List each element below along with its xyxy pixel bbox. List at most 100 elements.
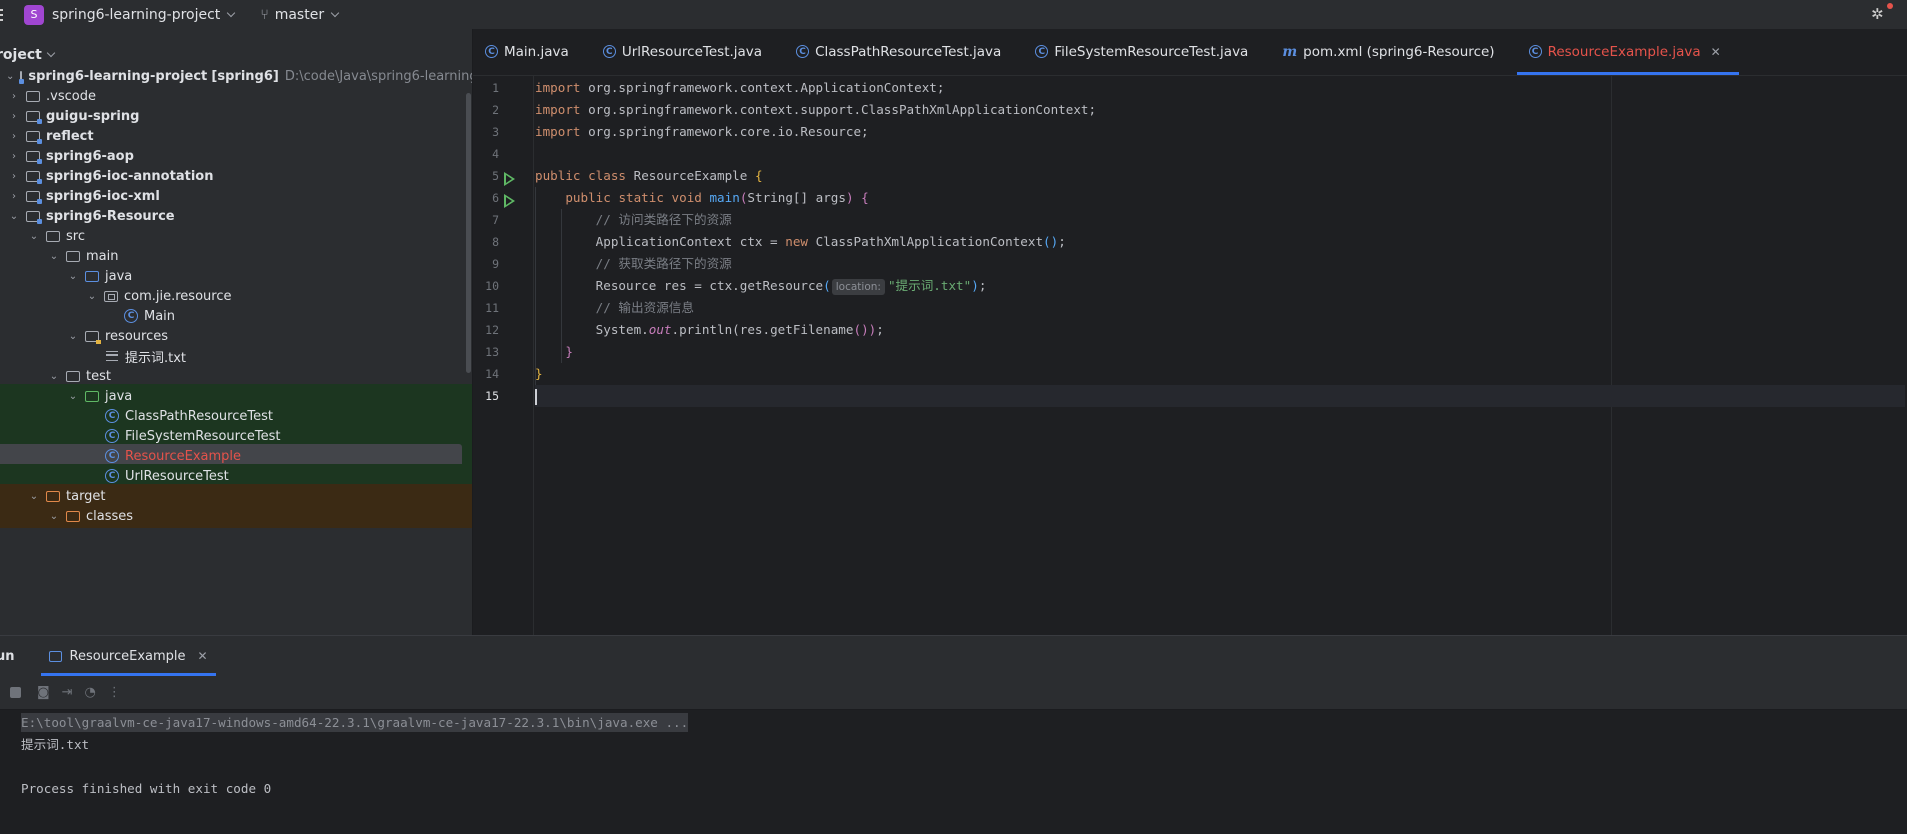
code-text: .println(res.getFilename bbox=[671, 322, 854, 337]
excluded-folder-icon bbox=[46, 490, 60, 502]
editor-tabs: C Main.java C UrlResourceTest.java C ClassP… bbox=[473, 29, 1907, 76]
line-number: 10 bbox=[485, 279, 499, 293]
line-number: 8 bbox=[492, 235, 499, 249]
keyword: static bbox=[618, 190, 664, 205]
module-folder-icon bbox=[26, 190, 42, 204]
class-icon: C bbox=[485, 45, 498, 58]
console-line: 提示词.txt bbox=[21, 737, 90, 752]
class-icon: C bbox=[105, 449, 119, 463]
keyword: new bbox=[785, 234, 808, 249]
line-number: 5 bbox=[492, 169, 499, 183]
close-icon[interactable]: ✕ bbox=[1711, 45, 1721, 59]
keyword: class bbox=[588, 168, 627, 183]
maven-icon: m bbox=[1282, 43, 1298, 60]
class-icon: C bbox=[1035, 45, 1049, 58]
run-config-icon bbox=[48, 650, 62, 662]
parameter-hint: location: bbox=[831, 279, 885, 295]
code-comment: // 访问类路径下的资源 bbox=[595, 212, 732, 227]
line-number: 11 bbox=[485, 301, 499, 315]
code-text: org.springframework.core.io.Resource; bbox=[588, 124, 869, 139]
gutter-separator bbox=[533, 76, 534, 635]
code-text: Resource res = ctx.getResource bbox=[595, 278, 824, 293]
code-comment: // 获取类路径下的资源 bbox=[595, 256, 732, 271]
line-number: 6 bbox=[492, 191, 499, 205]
project-badge[interactable]: S bbox=[24, 4, 44, 25]
line-number: 13 bbox=[485, 345, 499, 359]
run-panel: un ResourceExample ✕ ◙ ⇥ ◔ ⋮ E:\tool\gra… bbox=[0, 635, 1907, 834]
debug-icon[interactable]: ✲ bbox=[1871, 5, 1889, 23]
project-panel: roject ⌄ spring6-learning-project [sprin… bbox=[0, 29, 472, 635]
method-name: main bbox=[709, 190, 740, 205]
stop-icon[interactable] bbox=[10, 687, 21, 698]
main-menu-icon[interactable] bbox=[0, 7, 6, 23]
project-scrollbar[interactable] bbox=[466, 93, 471, 373]
module-folder-icon bbox=[26, 170, 42, 184]
class-icon: C bbox=[124, 309, 138, 323]
branch-icon[interactable]: ⑂ bbox=[260, 7, 268, 23]
tab-main-java[interactable]: C Main.java bbox=[473, 28, 587, 75]
keyword: import bbox=[535, 124, 581, 139]
code-text: System. bbox=[595, 322, 649, 337]
line-number: 15 bbox=[485, 389, 499, 403]
debug-status-dot bbox=[1887, 3, 1893, 9]
coverage-icon[interactable]: ◔ bbox=[85, 685, 96, 700]
folder-icon bbox=[26, 90, 40, 102]
code-text: org.springframework.context.support.Clas… bbox=[588, 102, 1097, 117]
close-icon[interactable]: ✕ bbox=[198, 649, 208, 663]
module-folder-icon bbox=[19, 70, 25, 84]
console-command-line[interactable]: E:\tool\graalvm-ce-java17-windows-amd64-… bbox=[21, 713, 689, 732]
folder-icon bbox=[66, 250, 80, 262]
run-tabs: un ResourceExample ✕ bbox=[0, 636, 1907, 676]
line-number: 12 bbox=[485, 323, 499, 337]
branch-switcher[interactable]: master bbox=[275, 7, 324, 23]
package-icon bbox=[104, 290, 118, 302]
class-icon: C bbox=[105, 409, 119, 423]
chevron-down-icon[interactable] bbox=[46, 48, 56, 58]
line-number: 3 bbox=[492, 125, 499, 139]
line-number: 9 bbox=[492, 257, 499, 271]
source-folder-icon bbox=[85, 270, 99, 282]
run-panel-title: un bbox=[0, 648, 15, 664]
code-text: ClassPathXmlApplicationContext bbox=[815, 234, 1044, 249]
module-folder-icon bbox=[26, 110, 42, 124]
text-caret bbox=[535, 388, 537, 405]
project-switcher[interactable]: spring6-learning-project bbox=[52, 7, 220, 23]
editor-panel: C Main.java C UrlResourceTest.java C ClassP… bbox=[472, 29, 1907, 635]
camera-icon[interactable]: ◙ bbox=[37, 685, 50, 700]
code-text: org.springframework.context.ApplicationC… bbox=[588, 80, 945, 95]
class-icon: C bbox=[105, 429, 119, 443]
console-output[interactable]: E:\tool\graalvm-ce-java17-windows-amd64-… bbox=[0, 710, 1907, 800]
text-file-icon bbox=[106, 351, 118, 361]
tab-filesystem-resource-test[interactable]: C FileSystemResourceTest.java bbox=[1023, 28, 1266, 75]
chevron-down-icon[interactable] bbox=[227, 8, 236, 17]
tab-pom-xml[interactable]: m pom.xml (spring6-Resource) bbox=[1270, 28, 1512, 75]
line-number: 2 bbox=[492, 103, 499, 117]
keyword: public bbox=[565, 190, 611, 205]
run-class-icon[interactable] bbox=[504, 172, 515, 186]
line-number: 14 bbox=[485, 367, 499, 381]
chevron-down-icon[interactable] bbox=[330, 8, 340, 17]
tab-url-resource-test[interactable]: C UrlResourceTest.java bbox=[591, 28, 780, 75]
module-folder-icon bbox=[26, 210, 42, 224]
tab-resource-example[interactable]: C ResourceExample.java ✕ bbox=[1516, 28, 1739, 75]
class-icon: C bbox=[796, 45, 810, 58]
class-icon: C bbox=[1528, 45, 1542, 58]
static-field: out bbox=[648, 322, 672, 337]
keyword: import bbox=[535, 80, 581, 95]
line-number: 1 bbox=[492, 81, 499, 95]
more-options-icon[interactable]: ⋮ bbox=[108, 685, 121, 700]
tree-item-classes[interactable]: ⌄ classes bbox=[0, 504, 472, 528]
code-comment: // 输出资源信息 bbox=[595, 300, 694, 315]
run-main-icon[interactable] bbox=[504, 194, 515, 208]
test-folder-icon bbox=[85, 390, 99, 402]
tab-classpath-resource-test[interactable]: C ClassPathResourceTest.java bbox=[784, 28, 1019, 75]
title-bar: S spring6-learning-project ⑂ master ✲ bbox=[0, 0, 1907, 29]
export-icon[interactable]: ⇥ bbox=[62, 685, 73, 700]
module-folder-icon bbox=[26, 150, 42, 164]
run-tab-resource-example[interactable]: ResourceExample ✕ bbox=[40, 636, 216, 676]
module-folder-icon bbox=[26, 130, 42, 144]
resources-folder-icon bbox=[85, 330, 101, 344]
excluded-folder-icon bbox=[66, 510, 80, 522]
run-toolbar: ◙ ⇥ ◔ ⋮ bbox=[0, 676, 1907, 710]
